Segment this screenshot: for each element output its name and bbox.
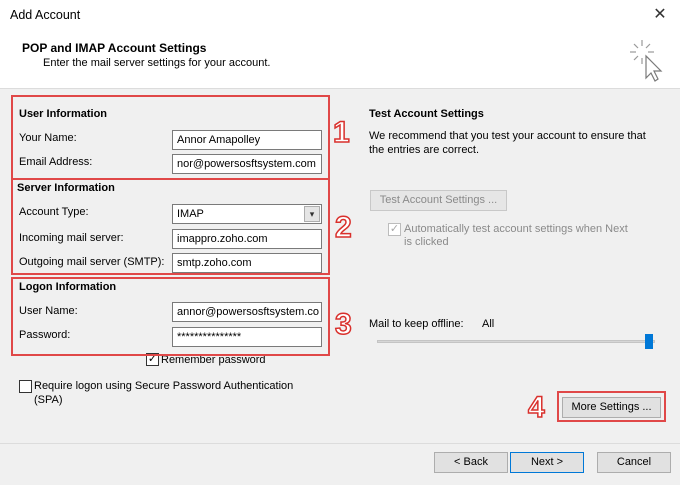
cancel-button[interactable]: Cancel xyxy=(597,452,671,473)
spa-label-line1: Require logon using Secure Password Auth… xyxy=(34,380,294,392)
header-subtitle: Enter the mail server settings for your … xyxy=(43,57,271,69)
offline-slider-thumb[interactable] xyxy=(645,334,653,349)
test-settings-desc-line1: We recommend that you test your account … xyxy=(369,130,646,142)
back-button[interactable]: < Back xyxy=(434,452,508,473)
title-bar: Add Account ✕ xyxy=(0,0,680,32)
test-settings-desc-line2: the entries are correct. xyxy=(369,144,480,156)
next-button[interactable]: Next > xyxy=(510,452,584,473)
auto-test-label-line1: Automatically test account settings when… xyxy=(404,223,628,235)
annotation-box-server-info xyxy=(11,178,330,275)
dialog-header: POP and IMAP Account Settings Enter the … xyxy=(0,32,680,89)
test-settings-heading: Test Account Settings xyxy=(369,108,484,120)
annotation-number-1: 1 xyxy=(332,115,350,150)
spa-label-line2: (SPA) xyxy=(34,394,63,406)
window-title: Add Account xyxy=(10,8,81,22)
offline-value: All xyxy=(482,318,495,330)
spa-checkbox[interactable] xyxy=(19,380,32,393)
header-title: POP and IMAP Account Settings xyxy=(22,41,207,55)
footer-divider xyxy=(0,443,680,444)
more-settings-button[interactable]: More Settings ... xyxy=(562,397,661,418)
annotation-number-4: 4 xyxy=(527,390,545,425)
checkmark-icon: ✓ xyxy=(389,223,400,235)
annotation-number-3: 3 xyxy=(334,307,352,342)
offline-label: Mail to keep offline: xyxy=(369,318,464,330)
auto-test-label-line2: is clicked xyxy=(404,236,449,248)
wizard-wand-icon xyxy=(630,40,663,82)
offline-slider-track[interactable] xyxy=(377,340,655,343)
auto-test-checkbox[interactable]: ✓ xyxy=(388,223,401,236)
close-icon[interactable]: ✕ xyxy=(648,4,672,26)
annotation-box-logon-info xyxy=(11,277,330,356)
annotation-number-2: 2 xyxy=(334,210,352,245)
test-account-settings-button[interactable]: Test Account Settings ... xyxy=(370,190,507,211)
annotation-box-user-info xyxy=(11,95,330,180)
